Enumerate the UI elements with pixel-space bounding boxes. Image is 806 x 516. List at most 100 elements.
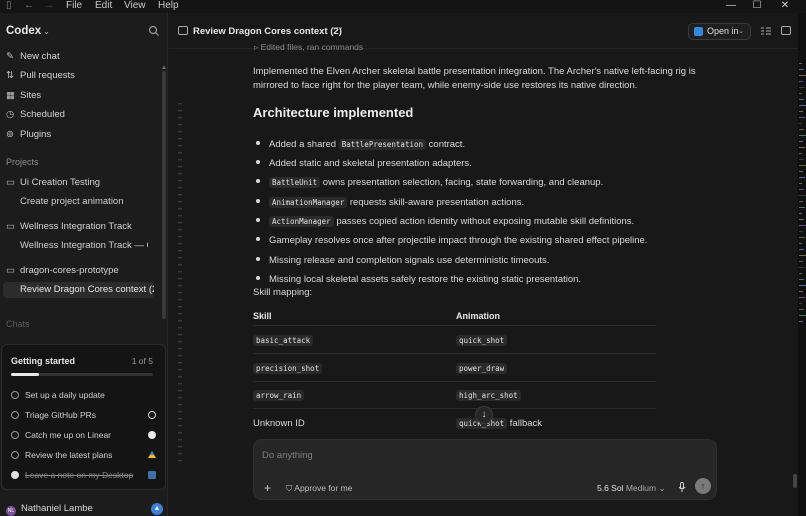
activity-summary[interactable]: ▹ Edited files, ran commands — [254, 42, 363, 53]
scroll-marker — [178, 229, 182, 231]
project-wellness-integration-track[interactable]: ▭ Wellness Integration Track — [6, 220, 132, 234]
bullet-item: Added a shared BattlePresentation contra… — [256, 139, 465, 150]
thread-item[interactable]: Wellness Integration Track — Co — [20, 239, 148, 253]
minimap-line — [799, 63, 802, 64]
bullet-item: Missing local skeletal assets safely res… — [256, 274, 581, 285]
unchecked-circle-icon[interactable] — [11, 391, 19, 399]
section-heading: Architecture implemented — [253, 105, 414, 120]
sidebar-scrollbar[interactable] — [162, 71, 166, 319]
nav-label: Pull requests — [20, 70, 75, 81]
menu-file[interactable]: File — [66, 0, 82, 12]
add-attachment-icon[interactable]: + — [264, 481, 271, 495]
minimap-line — [799, 117, 805, 118]
thread-item[interactable]: Create project animation — [20, 195, 148, 209]
bullet-text: passes copied action identity without ex… — [333, 216, 635, 227]
nav-sites[interactable]: ▦ Sites — [6, 89, 156, 103]
minimap-line — [799, 123, 802, 124]
inline-code: power_draw — [456, 363, 508, 374]
inline-code: AnimationManager — [269, 197, 348, 208]
minimize-icon[interactable]: — — [724, 0, 738, 12]
getting-started-count: 1 of 5 — [131, 356, 153, 366]
toggle-panel-icon[interactable] — [781, 26, 791, 35]
nav-plugins[interactable]: ⊚ Plugins — [6, 128, 156, 142]
send-button[interactable]: ↑ — [695, 478, 711, 494]
maximize-icon[interactable]: ☐ — [750, 0, 764, 12]
scroll-marker — [178, 236, 182, 238]
minimap-line — [799, 321, 803, 322]
inline-code: basic_attack — [253, 335, 314, 346]
project-dragon-cores-prototype[interactable]: ▭ dragon-cores-prototype — [6, 264, 119, 278]
compose-icon: ✎ — [6, 51, 14, 62]
bullet-dot — [256, 141, 260, 145]
minimap-line — [799, 99, 804, 100]
inline-code: BattleUnit — [269, 177, 321, 188]
checklist-item[interactable]: Review the latest plans — [11, 448, 159, 462]
menu-help[interactable]: Help — [158, 0, 179, 12]
menu-edit[interactable]: Edit — [95, 0, 112, 12]
scroll-marker — [178, 306, 182, 308]
approval-mode-label: Approve for me — [294, 483, 353, 493]
editor-minimap — [798, 13, 806, 516]
minimap-line — [799, 291, 803, 292]
minimap-line — [799, 315, 806, 316]
scroll-marker — [178, 411, 182, 413]
checklist-item[interactable]: Set up a daily update — [11, 388, 159, 402]
table-header-skill: Skill — [253, 311, 272, 321]
project-name: dragon-cores-prototype — [20, 265, 119, 276]
bullet-text: Gameplay resolves once after projectile … — [269, 235, 648, 246]
checked-circle-icon[interactable] — [11, 471, 19, 479]
checklist-item-done[interactable]: Leave a note on my Desktop — [11, 468, 159, 482]
forward-arrow-icon[interactable]: → — [44, 0, 54, 12]
folder-icon — [148, 471, 156, 479]
scroll-to-bottom-button[interactable]: ↓ — [475, 406, 493, 424]
table-cell-skill: arrow_rain — [253, 390, 305, 401]
unchecked-circle-icon[interactable] — [11, 451, 19, 459]
scroll-marker — [178, 173, 182, 175]
open-in-button[interactable]: Open in ⌄ — [688, 23, 751, 40]
inline-code: BattlePresentation — [338, 139, 427, 150]
minimap-line — [799, 129, 804, 130]
chevron-down-icon: ⌄ — [738, 28, 744, 35]
model-selector[interactable]: 5.6 Sol Medium ⌄ — [597, 483, 666, 494]
update-badge-icon[interactable]: ▲ — [151, 503, 163, 515]
unchecked-circle-icon[interactable] — [11, 411, 19, 419]
unchecked-circle-icon[interactable] — [11, 431, 19, 439]
scroll-marker — [178, 369, 182, 371]
microphone-icon[interactable] — [678, 482, 686, 492]
back-arrow-icon[interactable]: ← — [24, 0, 34, 12]
search-icon[interactable] — [148, 25, 160, 37]
nav-scheduled[interactable]: ◷ Scheduled — [6, 108, 156, 122]
checklist-item[interactable]: Catch me up on Linear — [11, 428, 159, 442]
sidebar-toggle-icon[interactable]: ▯ — [6, 0, 12, 12]
composer[interactable]: Do anything + ⛉ Approve for me 5.6 Sol M… — [253, 439, 717, 500]
minimap-line — [799, 285, 806, 286]
user-name: Nathaniel Lambe — [21, 503, 93, 514]
diff-icon[interactable] — [761, 27, 771, 35]
close-icon[interactable]: ✕ — [778, 0, 792, 12]
scroll-marker — [178, 264, 182, 266]
nav-pull-requests[interactable]: ⇅ Pull requests — [6, 69, 156, 83]
workspace-switcher[interactable]: Codex ⌄ — [6, 25, 50, 37]
project-ui-creation-testing[interactable]: ▭ Ui Creation Testing — [6, 176, 100, 190]
bullet-text: Missing local skeletal assets safely res… — [269, 274, 582, 285]
scroll-marker — [178, 425, 182, 427]
more-options-icon[interactable]: ··· — [332, 22, 343, 34]
table-divider — [253, 408, 656, 409]
menu-view[interactable]: View — [124, 0, 146, 12]
prompt-input[interactable]: Do anything — [262, 450, 313, 461]
minimap-line — [799, 153, 802, 154]
scroll-marker — [178, 180, 182, 182]
nav-new-chat[interactable]: ✎ New chat — [6, 50, 156, 64]
table-cell-skill: Unknown ID — [253, 418, 305, 429]
main-scrollbar[interactable] — [793, 474, 797, 488]
checklist-item[interactable]: Triage GitHub PRs — [11, 408, 159, 422]
scroll-marker — [178, 404, 182, 406]
scroll-marker — [178, 271, 182, 273]
linear-icon — [148, 431, 156, 439]
minimap-line — [799, 261, 803, 262]
bullet-dot — [256, 276, 260, 280]
thread-item-active[interactable]: Review Dragon Cores context (2) — [3, 282, 154, 298]
user-profile[interactable]: NL Nathaniel Lambe — [6, 503, 93, 516]
nav-label: New chat — [20, 51, 60, 62]
approval-mode-button[interactable]: ⛉ Approve for me — [286, 483, 352, 494]
